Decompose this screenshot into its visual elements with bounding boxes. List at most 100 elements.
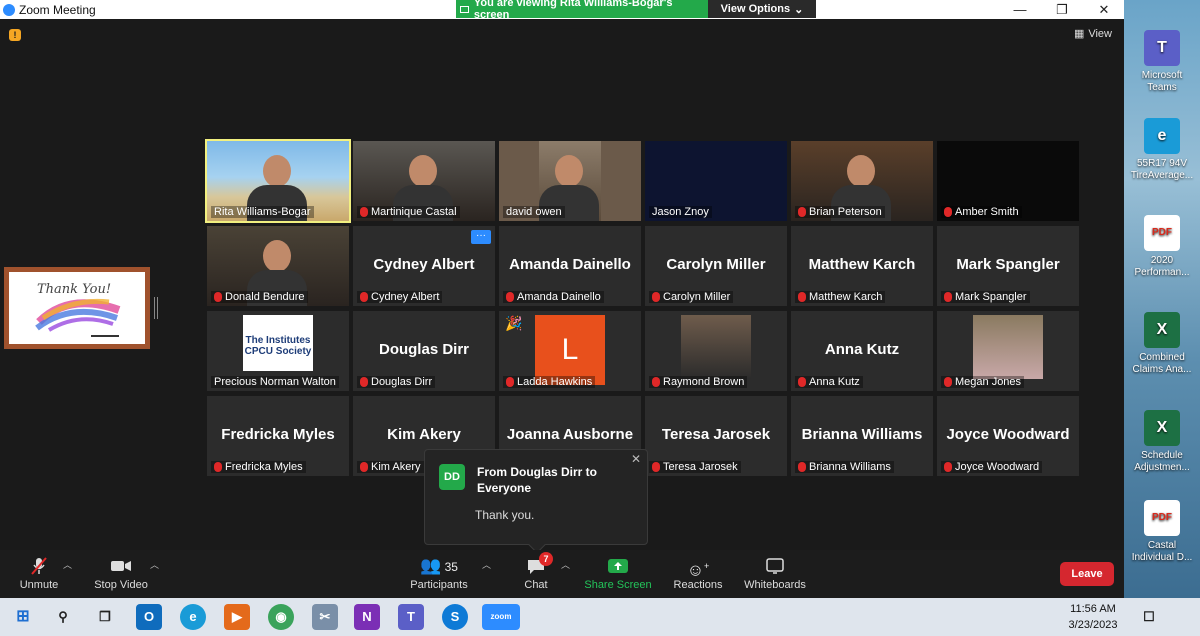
participant-name-label: david owen [503,206,565,218]
thank-you-card: Thank You! [9,272,145,344]
media-player-icon[interactable]: ▶ [224,604,250,630]
shared-screen-thumbnail[interactable]: Thank You! [4,267,150,349]
task-view-icon[interactable]: ❐ [92,604,118,630]
microphone-muted-icon [652,462,660,472]
participant-name: Joyce Woodward [955,461,1040,473]
thank-you-text: Thank You! [37,282,112,297]
chat-unread-badge: 7 [539,552,553,566]
participant-name-label: Matthew Karch [795,291,886,303]
windows-start-icon[interactable]: ⊞ [10,604,36,630]
reactions-button[interactable]: ☺+ Reactions [670,556,726,591]
participant-tile[interactable]: The Institutes CPCU Society Precious Norma… [207,311,349,391]
chevron-up-icon[interactable]: ︿ [482,558,491,571]
participants-label: Participants [410,579,468,591]
microphone-muted-icon [14,556,64,576]
view-options-button[interactable]: View Options ⌄ [708,0,816,18]
cpcu-society-text: CPCU Society [244,346,312,357]
excel-icon: X [1144,410,1180,446]
participant-tile[interactable]: Brianna Williams Brianna Williams [791,396,933,476]
participant-tile[interactable]: Rita Williams-Bogar [205,139,351,223]
participants-button[interactable]: 👥 35 Participants [408,556,470,591]
close-icon[interactable]: ✕ [631,452,641,466]
more-options-icon[interactable]: ··· [471,230,491,244]
microphone-muted-icon [944,207,952,217]
participant-tile[interactable]: david owen [499,141,641,221]
search-icon[interactable]: ⚲ [50,604,76,630]
zoom-taskbar-icon[interactable]: zoom [482,604,520,630]
participant-name: Amber Smith [955,206,1019,218]
resize-handle[interactable] [154,297,158,319]
edge-browser-icon[interactable]: e [180,604,206,630]
globe-icon[interactable]: ◉ [268,604,294,630]
participant-tile[interactable]: Donald Bendure [207,226,349,306]
participant-tile[interactable]: Matthew Karch Matthew Karch [791,226,933,306]
participant-tile[interactable]: Fredricka Myles Fredricka Myles [207,396,349,476]
microphone-muted-icon [214,462,222,472]
participant-tile[interactable]: Douglas Dirr Douglas Dirr [353,311,495,391]
onenote-icon[interactable]: N [354,604,380,630]
desktop-icon-teams[interactable]: T Microsoft Teams [1128,30,1196,94]
participant-tile[interactable]: Megan Jones [937,311,1079,391]
participant-tile[interactable]: Carolyn Miller Carolyn Miller [645,226,787,306]
participant-tile[interactable]: Raymond Brown [645,311,787,391]
skype-icon[interactable]: S [442,604,468,630]
chevron-up-icon[interactable]: ︿ [150,558,159,571]
whiteboards-button[interactable]: Whiteboards [740,556,810,591]
participant-display-name: Kim Akery [387,426,461,443]
participant-name-label: Teresa Jarosek [649,461,741,473]
desktop-icon-pdf[interactable]: PDF Castal Individual D... [1128,500,1196,564]
participant-name-label: Kim Akery [357,461,424,473]
participant-name-label: Rita Williams-Bogar [211,206,314,218]
participant-name: Mark Spangler [955,291,1027,303]
desktop-icon-excel[interactable]: X Combined Claims Ana... [1128,312,1196,376]
share-screen-button[interactable]: Share Screen [584,556,652,591]
participant-tile[interactable]: Amanda Dainello Amanda Dainello [499,226,641,306]
participant-tile[interactable]: L 🎉 Ladda Hawkins [499,311,641,391]
desktop-icon-edge[interactable]: e 55R17 94V TireAverage... [1128,118,1196,182]
leave-button[interactable]: Leave [1060,562,1114,586]
outlook-icon[interactable]: O [136,604,162,630]
participant-name: Raymond Brown [663,376,745,388]
view-button[interactable]: ▦ View [1074,27,1112,41]
participant-name-label: Raymond Brown [649,376,748,388]
close-window-button[interactable]: ✕ [1084,0,1124,19]
snipping-tool-icon[interactable]: ✂ [312,604,338,630]
participant-tile[interactable]: Mark Spangler Mark Spangler [937,226,1079,306]
teams-icon[interactable]: T [398,604,424,630]
desktop-background: T Microsoft Teams e 55R17 94V TireAverage..… [1124,0,1200,598]
participant-display-name: Douglas Dirr [378,341,469,358]
whiteboard-icon [740,556,810,576]
chat-notification[interactable]: DD From Douglas Dirr to Everyone Thank y… [424,449,648,554]
participant-name-label: Amanda Dainello [503,291,604,303]
stop-video-button[interactable]: Stop Video [88,556,154,591]
maximize-button[interactable]: ❐ [1042,0,1082,19]
participant-name: Precious Norman Walton [214,376,336,388]
participant-tile[interactable]: ··· Cydney Albert Cydney Albert [353,226,495,306]
participant-tile[interactable]: Amber Smith [937,141,1079,221]
participant-tile[interactable]: Martinique Castal [353,141,495,221]
chevron-up-icon[interactable]: ︿ [63,558,72,571]
avatar: L [535,315,605,385]
notification-icon[interactable]: ☐ [1136,604,1162,630]
desktop-icon-pdf[interactable]: PDF 2020 Performan... [1128,215,1196,279]
chevron-up-icon[interactable]: ︿ [561,558,570,571]
pdf-icon: PDF [1144,215,1180,251]
participant-tile[interactable]: Brian Peterson [791,141,933,221]
participant-name-label: Jason Znoy [649,206,712,218]
taskbar-clock[interactable]: 11:56 AM 3/23/2023 [1062,601,1124,633]
participant-tile[interactable]: Joyce Woodward Joyce Woodward [937,396,1079,476]
microphone-muted-icon [360,377,368,387]
participant-name: Brianna Williams [809,461,891,473]
participant-name: Matthew Karch [809,291,883,303]
participants-count: 35 [444,560,458,574]
person-silhouette [263,240,291,272]
participant-tile[interactable]: Anna Kutz Anna Kutz [791,311,933,391]
participant-tile[interactable]: Teresa Jarosek Teresa Jarosek [645,396,787,476]
desktop-icon-excel[interactable]: X Schedule Adjustmen... [1128,410,1196,474]
participant-tile[interactable]: Jason Znoy [645,141,787,221]
security-shield-icon[interactable]: ! [9,29,21,41]
unmute-button[interactable]: Unmute [14,556,64,591]
participant-name: Anna Kutz [809,376,860,388]
minimize-button[interactable]: — [1000,0,1040,19]
zoom-logo-icon [3,3,15,16]
